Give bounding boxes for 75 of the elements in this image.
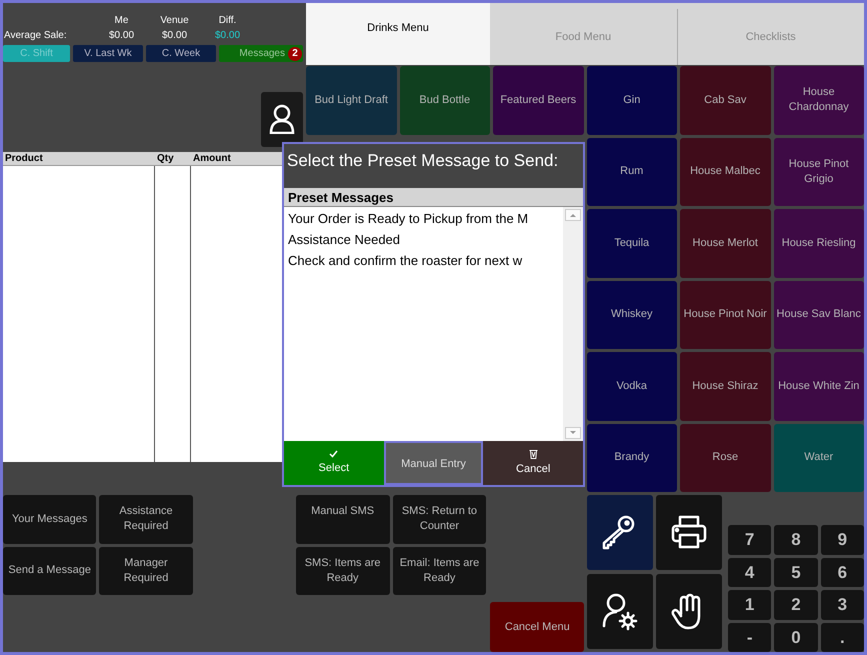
stat-heading: Me <box>114 14 128 28</box>
numpad-key[interactable]: 9 <box>820 525 864 554</box>
numpad-key[interactable]: 5 <box>774 558 818 587</box>
sms-button[interactable]: Manual SMS <box>296 495 390 544</box>
scroll-up-icon[interactable] <box>565 209 581 221</box>
stat-value: $0.00 <box>108 29 134 43</box>
menu-item-button[interactable]: House Pinot Noir <box>680 280 770 349</box>
menu-item-button[interactable]: Whiskey <box>586 280 677 349</box>
count-badge: 2 <box>288 46 302 60</box>
message-button[interactable]: Assistance Required <box>99 495 193 544</box>
scrollbar[interactable] <box>563 207 583 441</box>
icon-button[interactable] <box>656 495 722 570</box>
column-header: Product <box>4 152 44 165</box>
menu-tab[interactable]: Drinks Menu <box>306 3 490 65</box>
person-icon <box>269 104 295 134</box>
stat-value: $0.00 <box>162 29 188 43</box>
menu-item-button[interactable]: House White Zin <box>774 352 864 420</box>
period-button[interactable]: V. Last Wk <box>73 45 143 62</box>
period-button[interactable]: C. Week <box>146 45 216 62</box>
stat-heading: Venue <box>160 14 189 28</box>
menu-item-button[interactable]: Featured Beers <box>493 66 584 134</box>
menu-item-button[interactable]: House Merlot <box>680 209 770 278</box>
menu-item-button[interactable]: Gin <box>586 66 677 134</box>
scroll-down-icon[interactable] <box>565 427 581 439</box>
numpad-key[interactable]: 1 <box>728 590 772 620</box>
menu-item-button[interactable]: Cab Sav <box>680 66 770 134</box>
numpad-key[interactable]: 2 <box>774 590 818 620</box>
icon-button[interactable] <box>587 495 654 570</box>
sms-button[interactable]: SMS: Return to Counter <box>392 495 486 544</box>
icon-button[interactable] <box>656 574 722 649</box>
dialog-title: Select the Preset Message to Send: <box>286 150 560 172</box>
menu-item-button[interactable]: Brandy <box>586 424 677 492</box>
menu-item-button[interactable]: Vodka <box>586 352 677 420</box>
cancel-menu-button[interactable]: Cancel Menu <box>490 602 584 652</box>
user-button[interactable] <box>261 92 303 146</box>
menu-item-button[interactable]: Rum <box>586 138 677 206</box>
numpad-key[interactable]: . <box>820 622 864 652</box>
menu-item-button[interactable]: House Shiraz <box>680 352 770 420</box>
select-button[interactable]: Select <box>284 441 384 485</box>
menu-item-button[interactable]: House Riesling <box>774 209 864 278</box>
stat-heading: Diff. <box>218 14 236 28</box>
message-button[interactable]: Send a Message <box>3 546 96 595</box>
numpad-key[interactable]: 8 <box>774 525 818 554</box>
message-button[interactable]: Manager Required <box>99 546 193 595</box>
check-icon <box>329 450 338 458</box>
menu-item-button[interactable]: House Sav Blanc <box>774 280 864 349</box>
messages-button[interactable]: Messages 2 <box>219 45 303 62</box>
numpad-key[interactable]: - <box>728 622 772 652</box>
sms-button[interactable]: Email: Items are Ready <box>392 546 486 595</box>
menu-item-button[interactable]: House Pinot Grigio <box>774 138 864 206</box>
stat-label: Average Sale: <box>3 29 68 43</box>
stat-value: $0.00 <box>214 29 240 43</box>
trash-icon <box>528 448 538 459</box>
menu-item-button[interactable]: Bud Light Draft <box>306 66 396 134</box>
message-item[interactable]: Assistance Needed <box>284 229 563 250</box>
menu-item-button[interactable]: Water <box>774 424 864 492</box>
list-header: Preset Messages <box>284 188 583 207</box>
numpad-key[interactable]: 0 <box>774 622 818 652</box>
message-button[interactable]: Your Messages <box>3 495 96 544</box>
menu-item-button[interactable]: House Malbec <box>680 138 770 206</box>
numpad-key[interactable]: 7 <box>728 525 772 554</box>
message-item[interactable]: Your Order is Ready to Pickup from the M <box>284 208 563 229</box>
menu-item-button[interactable]: House Chardonnay <box>774 66 864 134</box>
numpad-key[interactable]: 4 <box>728 558 772 587</box>
menu-item-button[interactable]: Tequila <box>586 209 677 278</box>
message-item[interactable]: Check and confirm the roaster for next w <box>284 250 563 271</box>
menu-item-button[interactable]: Rose <box>680 424 770 492</box>
icon-button[interactable] <box>587 574 654 649</box>
manual-button[interactable]: Manual Entry <box>384 441 484 485</box>
numpad-key[interactable]: 3 <box>820 590 864 620</box>
menu-item-button[interactable]: Bud Bottle <box>400 66 490 134</box>
numpad-key[interactable]: 6 <box>820 558 864 587</box>
cancel-button[interactable]: Cancel <box>483 441 584 485</box>
column-header: Qty <box>156 152 175 165</box>
sms-button[interactable]: SMS: Items are Ready <box>296 546 390 595</box>
